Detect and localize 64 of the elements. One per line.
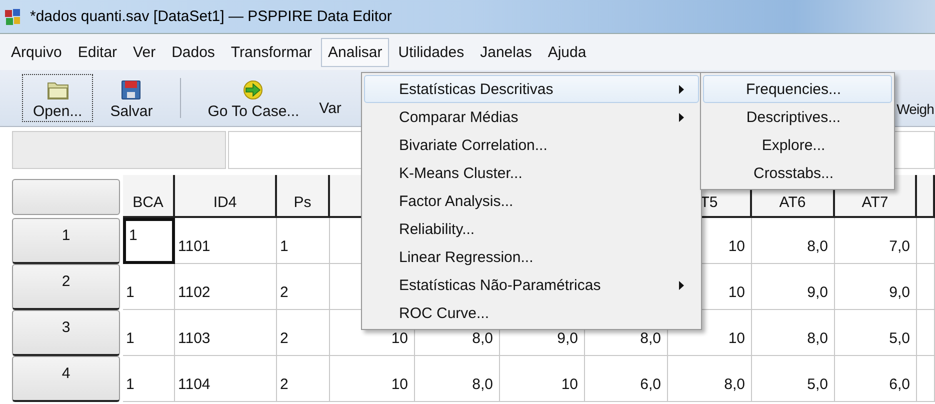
menu-item[interactable]: Ajuda (540, 38, 594, 66)
submenu-arrow-icon (679, 84, 684, 94)
table-cell: 6,0 (585, 356, 668, 402)
table-cell: 2 (277, 356, 330, 402)
table-cell (917, 356, 935, 402)
table-cell: 8,0 (752, 310, 835, 356)
menu-item[interactable]: Estatísticas Descritivas (364, 75, 699, 103)
window-title: *dados quanti.sav [DataSet1] — PSPPIRE Data Editor (30, 8, 392, 25)
toolbar-button[interactable]: Go To Case... (196, 74, 310, 122)
table-cell (917, 264, 935, 310)
app-icon (4, 8, 22, 26)
table-cell: 1 (123, 356, 175, 402)
toolbar-button[interactable]: Var (316, 99, 344, 118)
row-header[interactable]: 3 (12, 310, 120, 356)
menu-item[interactable]: Bivariate Correlation... (364, 131, 699, 159)
row-header[interactable]: 2 (12, 264, 120, 310)
column-header: Ps (277, 175, 330, 218)
submenu-arrow-icon (679, 280, 684, 290)
table-cell: 1102 (175, 264, 277, 310)
menu-item[interactable]: Utilidades (391, 38, 472, 66)
column-header: BCA (123, 175, 175, 218)
table-cell: 8,0 (668, 356, 752, 402)
table-cell: 8,0 (752, 218, 835, 264)
menu-item[interactable]: Arquivo (4, 38, 69, 66)
table-cell: 6,0 (835, 356, 917, 402)
table-cell: 1103 (175, 310, 277, 356)
column-header: ID4 (175, 175, 277, 218)
table-cell: 1101 (175, 218, 277, 264)
table-cell: 9,0 (752, 264, 835, 310)
arrow-circle-icon (241, 78, 266, 102)
column-header (917, 175, 935, 218)
table-cell: 5,0 (835, 310, 917, 356)
row-header[interactable]: 1 (12, 218, 120, 264)
menu-item[interactable]: Transformar (224, 38, 320, 66)
menu-item[interactable]: Ver (126, 38, 163, 66)
toolbar-button[interactable]: Open... (22, 74, 94, 122)
table-cell: 7,0 (835, 218, 917, 264)
row-header[interactable]: 4 (12, 356, 120, 402)
table-cell: 1 (277, 218, 330, 264)
select-all-button[interactable] (12, 179, 120, 215)
table-cell: 1104 (175, 356, 277, 402)
toolbar-button[interactable]: Weigh (896, 100, 935, 118)
table-cell: 10 (330, 356, 415, 402)
table-cell: 1 (123, 310, 175, 356)
submenu-arrow-icon (679, 112, 684, 122)
table-cell: 2 (277, 310, 330, 356)
menu-item[interactable]: Explore... (703, 131, 892, 159)
table-cell: 2 (277, 264, 330, 310)
menu-item[interactable]: Janelas (473, 38, 539, 66)
menu-item[interactable]: Frequencies... (703, 75, 892, 103)
menu-item[interactable]: Descriptives... (703, 103, 892, 131)
table-cell: 9,0 (835, 264, 917, 310)
menu-item[interactable]: Analisar (321, 38, 390, 66)
menu-item[interactable]: Editar (70, 38, 124, 66)
toolbar-button[interactable]: Salvar (99, 74, 164, 122)
table-cell: 10 (500, 356, 585, 402)
table-cell: 8,0 (415, 356, 500, 402)
menu-item[interactable]: Dados (164, 38, 222, 66)
table-cell: 1 (123, 218, 175, 264)
table-cell: 5,0 (752, 356, 835, 402)
table-cell (917, 218, 935, 264)
table-cell: 1 (123, 264, 175, 310)
menu-item[interactable]: Comparar Médias (364, 103, 699, 131)
table-cell (917, 310, 935, 356)
